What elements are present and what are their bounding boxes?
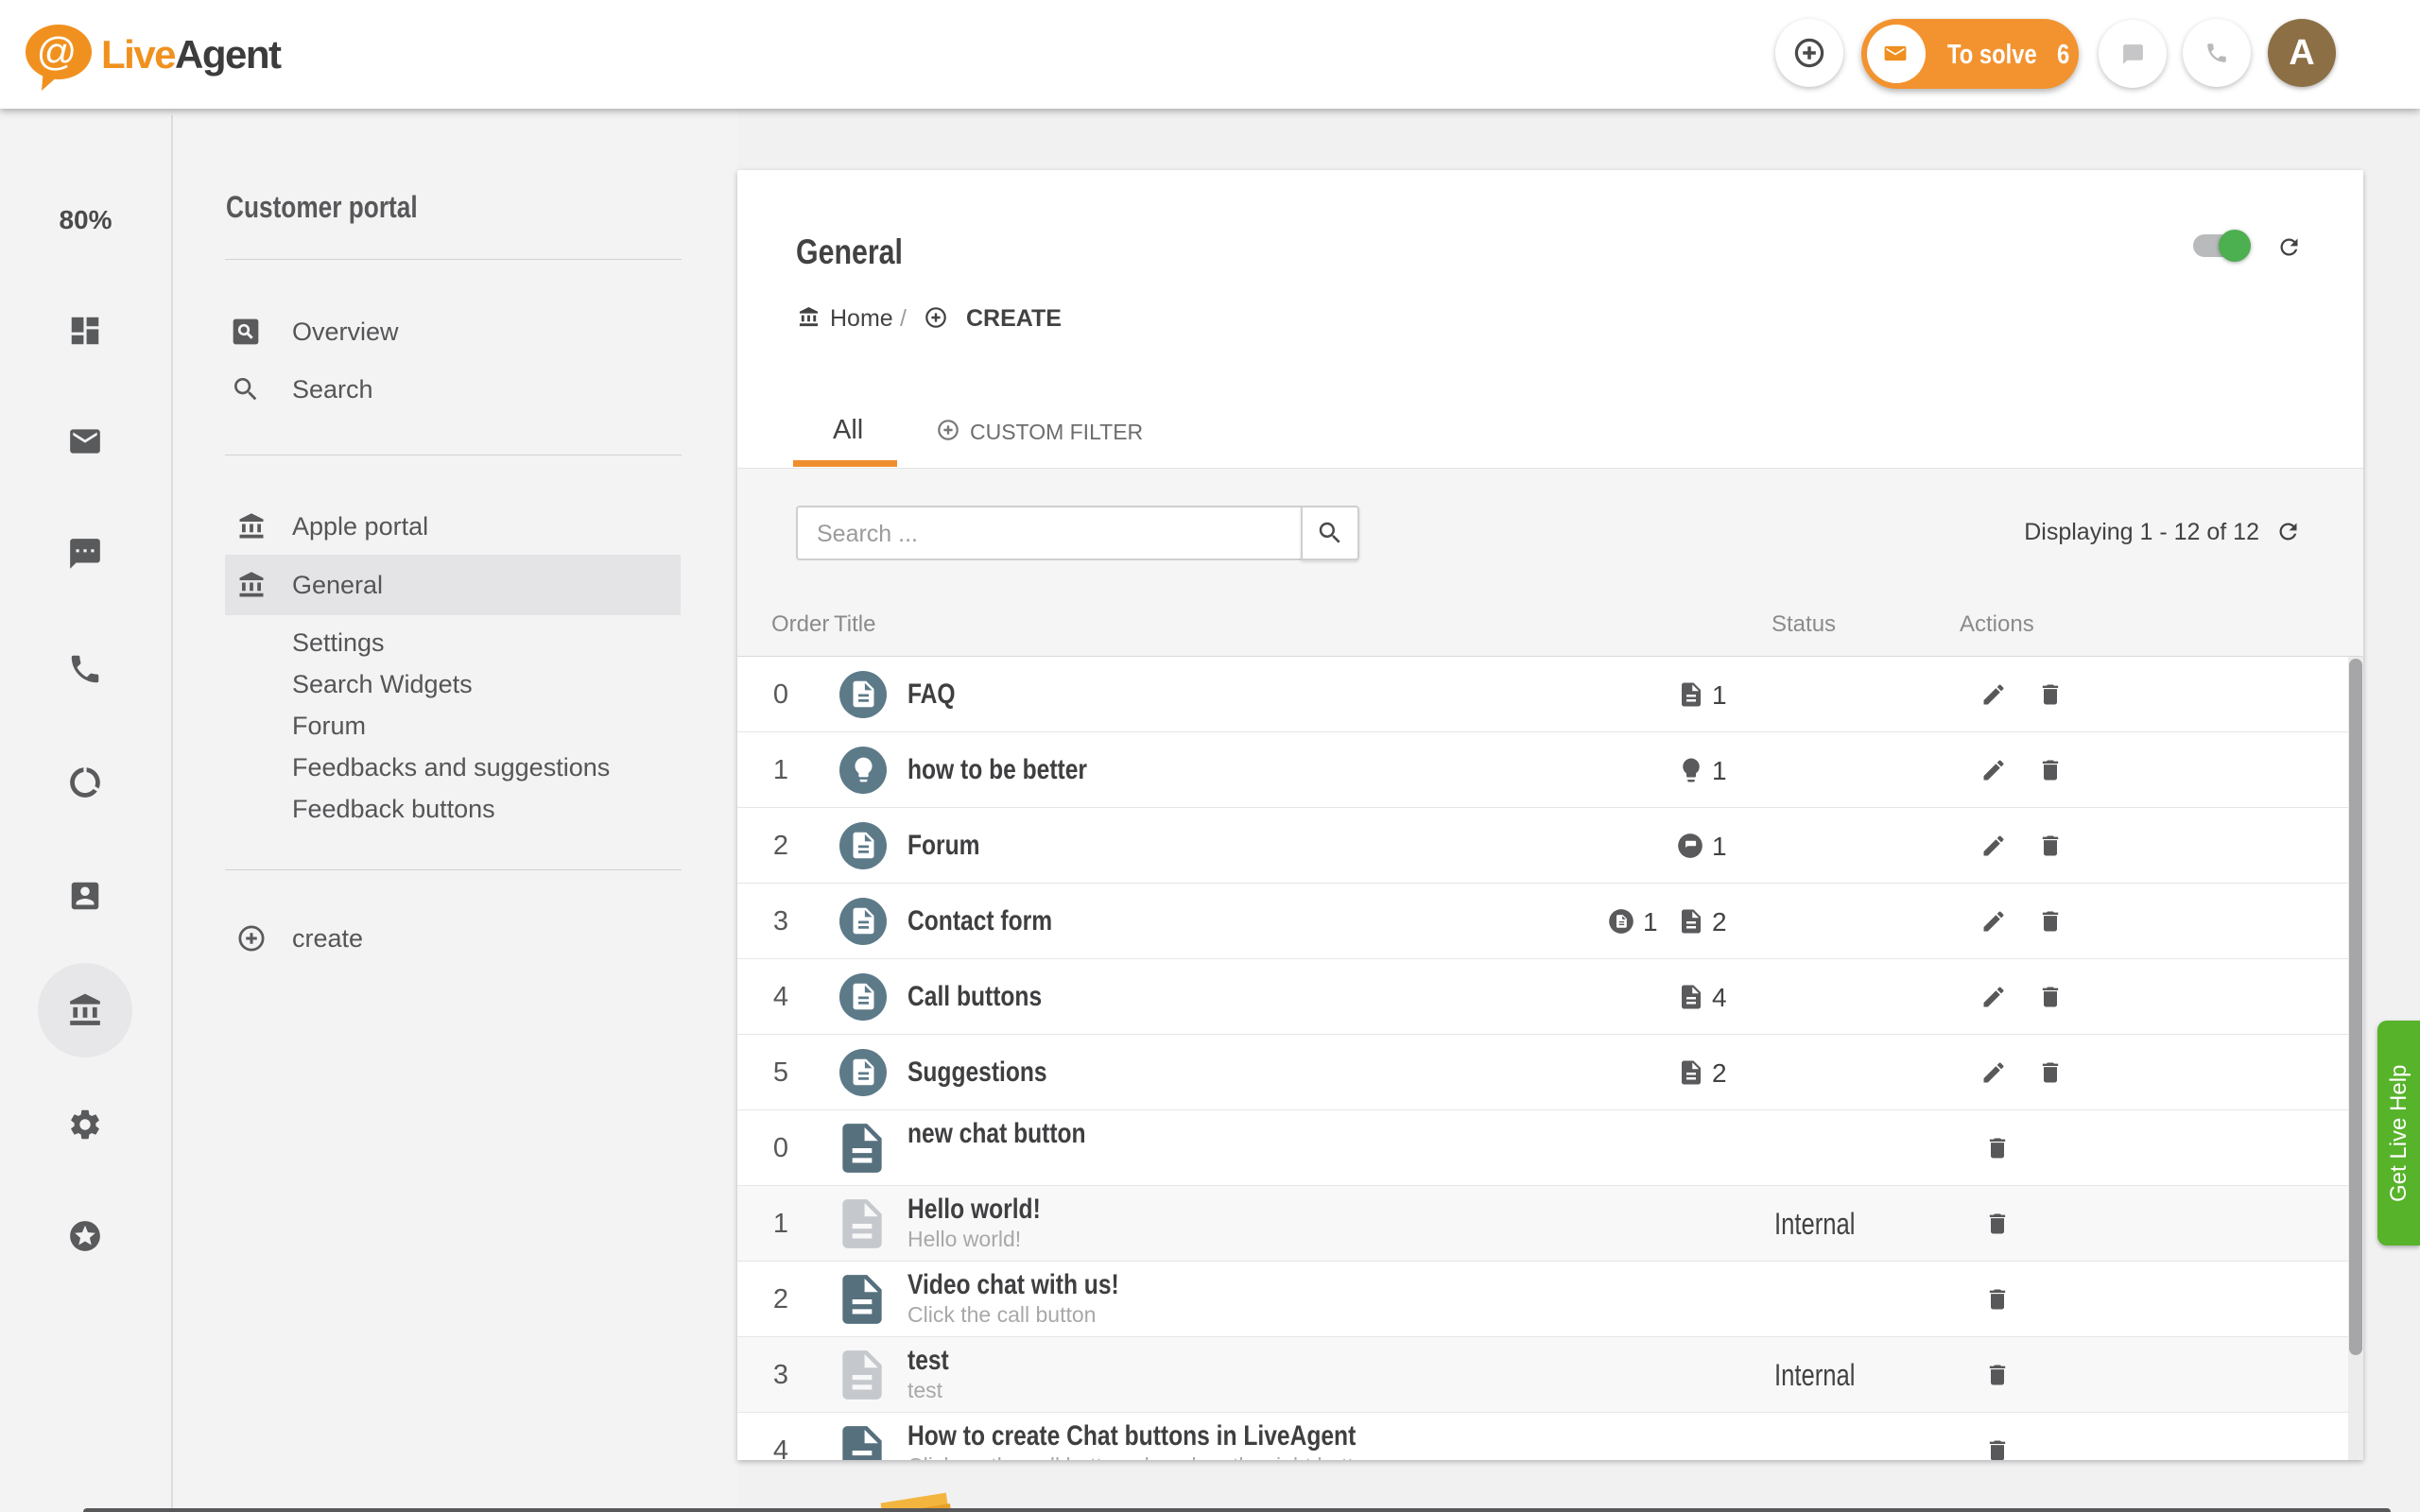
svg-text:@: @: [37, 29, 78, 74]
